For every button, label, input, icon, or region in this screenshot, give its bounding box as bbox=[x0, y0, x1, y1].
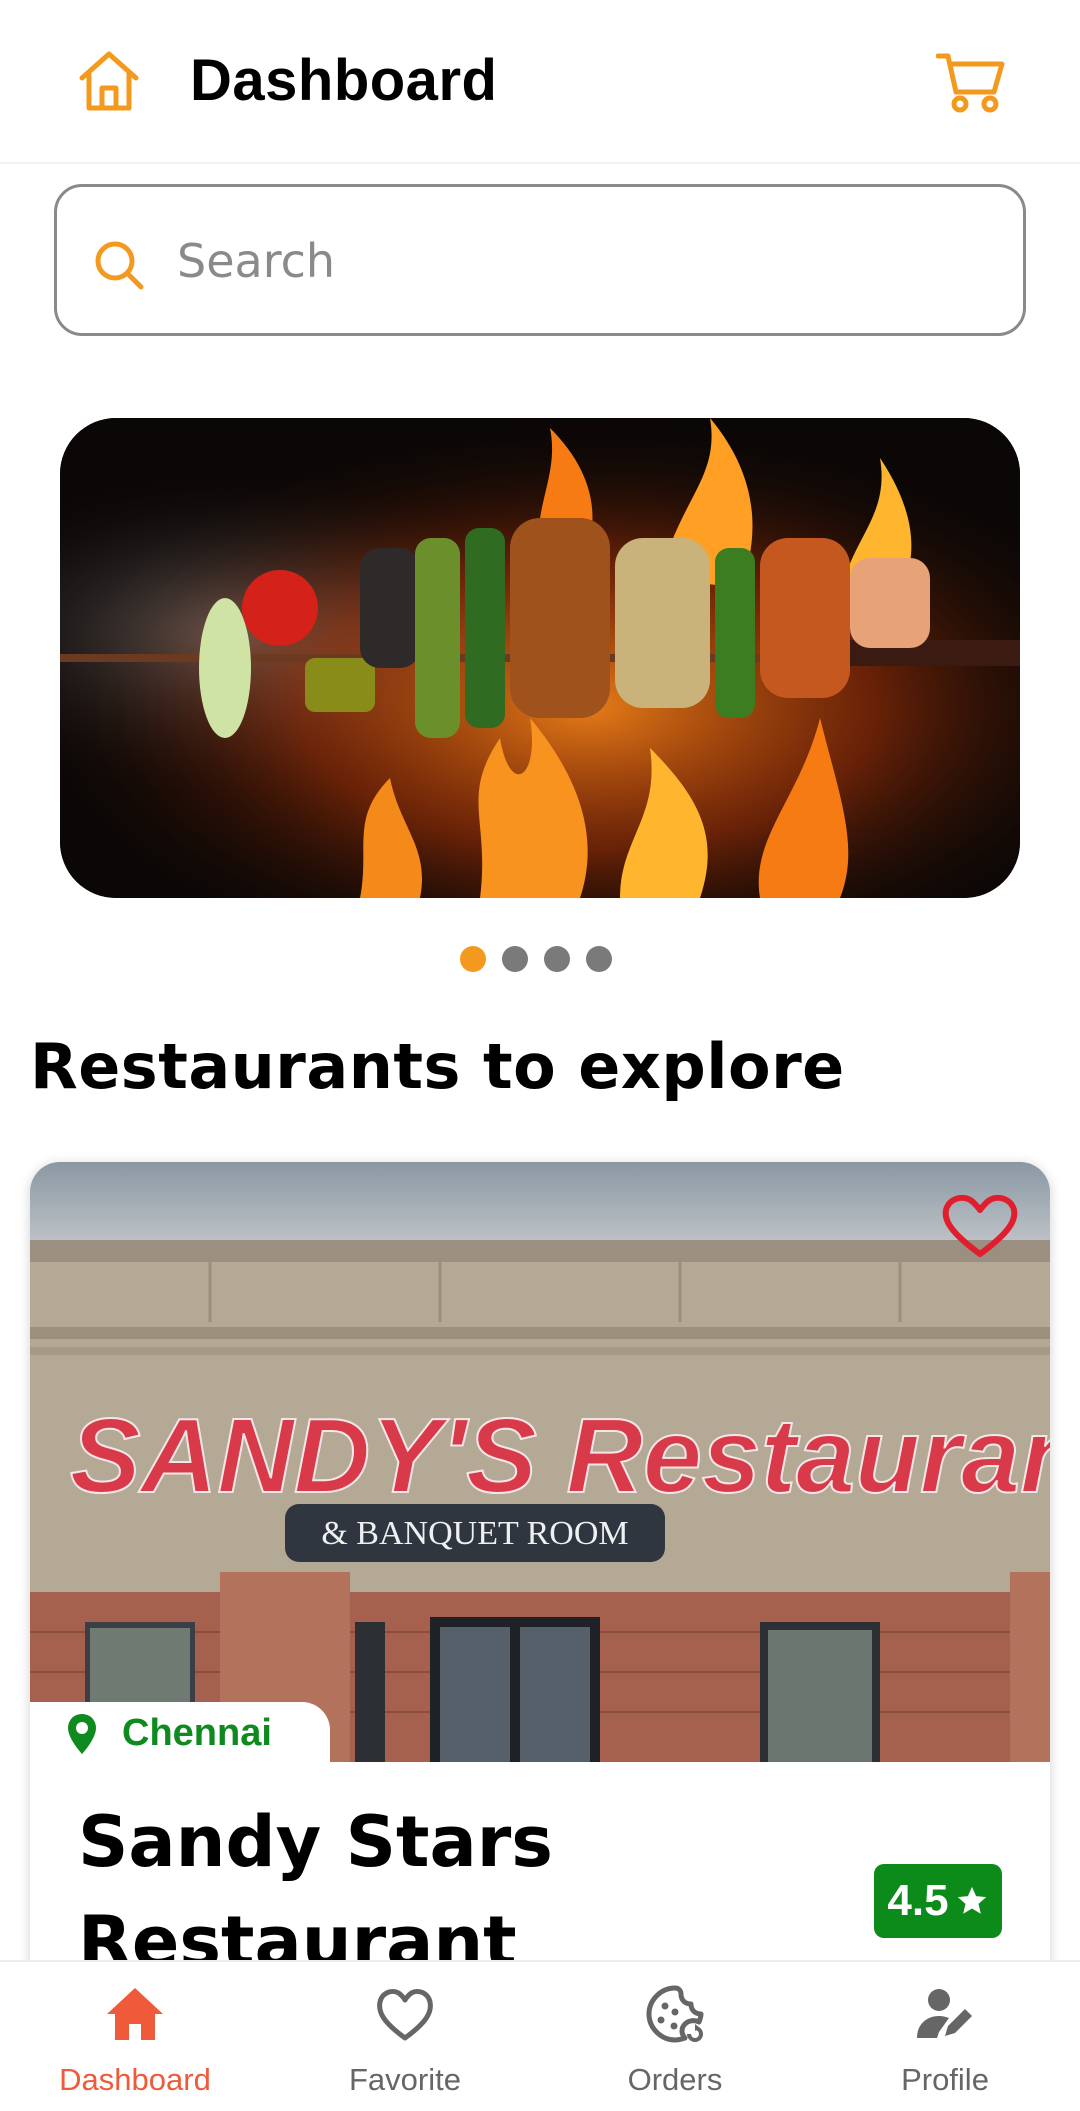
carousel-indicator bbox=[460, 946, 612, 972]
nav-item-orders[interactable]: Orders bbox=[540, 1962, 810, 2111]
nav-label-favorite: Favorite bbox=[349, 2062, 461, 2097]
carousel-dot-2[interactable] bbox=[502, 946, 528, 972]
restaurant-sign-text: SANDY'S Restaurant bbox=[70, 1397, 1050, 1515]
search-bar[interactable] bbox=[54, 184, 1026, 336]
home-icon[interactable] bbox=[74, 46, 144, 116]
cookie-refresh-icon bbox=[646, 1985, 704, 2043]
star-icon bbox=[957, 1886, 986, 1914]
nav-label-orders: Orders bbox=[627, 2062, 723, 2097]
search-icon bbox=[95, 241, 144, 290]
carousel-dot-4[interactable] bbox=[586, 946, 612, 972]
search-input[interactable] bbox=[177, 211, 997, 311]
carousel-dot-3[interactable] bbox=[544, 946, 570, 972]
user-edit-icon bbox=[917, 1989, 972, 2038]
kebab-skewer-image bbox=[60, 418, 1020, 898]
rating-value: 4.5 bbox=[887, 1876, 949, 1925]
heart-outline-icon[interactable] bbox=[940, 1192, 1020, 1260]
page-title: Dashboard bbox=[190, 48, 498, 113]
home-filled-icon bbox=[107, 1988, 163, 2040]
promo-banner-image[interactable] bbox=[60, 418, 1020, 898]
restaurant-sub-sign-text: & BANQUET ROOM bbox=[321, 1515, 628, 1552]
heart-icon bbox=[377, 1989, 433, 2041]
nav-label-profile: Profile bbox=[901, 2062, 989, 2097]
rating-badge: 4.5 bbox=[874, 1864, 1002, 1938]
location-tag: Chennai bbox=[30, 1702, 330, 1766]
bottom-navigation: Dashboard Favorite Orders Profile bbox=[0, 1960, 1080, 2111]
nav-label-dashboard: Dashboard bbox=[59, 2062, 211, 2097]
nav-item-favorite[interactable]: Favorite bbox=[270, 1962, 540, 2111]
nav-item-profile[interactable]: Profile bbox=[810, 1962, 1080, 2111]
location-pin-icon bbox=[68, 1714, 96, 1754]
carousel-dot-1[interactable] bbox=[460, 946, 486, 972]
section-title: Restaurants to explore bbox=[30, 1030, 845, 1103]
app-header: Dashboard bbox=[0, 0, 1080, 164]
nav-item-dashboard[interactable]: Dashboard bbox=[0, 1962, 270, 2111]
location-text: Chennai bbox=[122, 1712, 272, 1754]
cart-icon[interactable] bbox=[936, 48, 1006, 114]
restaurant-photo: SANDY'S Restaurant & BANQUET ROOM bbox=[30, 1162, 1050, 1762]
